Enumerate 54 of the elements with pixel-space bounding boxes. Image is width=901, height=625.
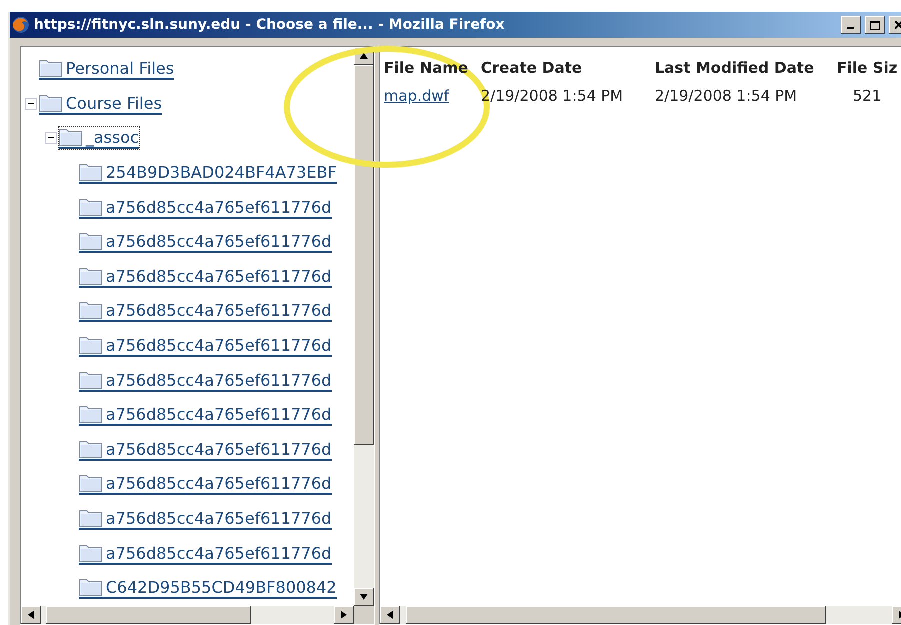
folder-link[interactable]: a756d85cc4a765ef611776d (79, 196, 332, 219)
horizontal-scrollbar[interactable] (380, 606, 901, 624)
window-title: https://fitnyc.sln.suny.edu - Choose a file... - Mozilla Firefox (34, 17, 506, 33)
folder-icon (79, 196, 103, 217)
folder-icon (79, 542, 103, 563)
folder-icon (79, 300, 103, 320)
folder-link[interactable]: a756d85cc4a765ef611776d (79, 438, 332, 461)
vertical-scrollbar[interactable] (354, 47, 374, 606)
folder-link[interactable]: C642D95B55CD49BF800842 (79, 577, 337, 600)
folder-link[interactable]: Course Files (39, 92, 162, 115)
folder-link[interactable]: Personal Files (39, 58, 174, 80)
folder-link[interactable]: a756d85cc4a765ef611776d (79, 335, 332, 358)
column-header: Last Modified Date (655, 59, 816, 77)
horizontal-scrollbar[interactable] (21, 606, 374, 624)
folder-link[interactable]: 254B9D3BAD024BF4A73EBF (79, 162, 337, 184)
column-header: Create Date (481, 59, 584, 77)
table-cell-text: 521 (852, 87, 883, 105)
close-icon (895, 21, 901, 29)
folder-link[interactable]: a756d85cc4a765ef611776d (79, 508, 332, 530)
right-arrow-icon (339, 610, 349, 620)
folder-link[interactable]: _assoc (59, 127, 140, 150)
folder-icon (59, 127, 83, 148)
folder-icon (79, 266, 103, 286)
folder-icon (79, 231, 103, 252)
down-arrow-icon (359, 592, 369, 602)
folder-icon (79, 577, 103, 598)
collapse-toggle[interactable] (25, 98, 37, 110)
maximize-button[interactable] (865, 16, 885, 34)
folder-icon (39, 92, 63, 113)
folder-icon (79, 370, 103, 390)
folder-icon (79, 438, 103, 459)
folder-link[interactable]: a756d85cc4a765ef611776d (79, 404, 332, 426)
up-arrow-icon (359, 51, 369, 61)
minimize-button[interactable] (841, 16, 861, 34)
folder-link[interactable]: a756d85cc4a765ef611776d (79, 266, 332, 288)
folder-link[interactable]: a756d85cc4a765ef611776d (79, 370, 332, 392)
file-link[interactable]: map.dwf (384, 87, 450, 105)
folder-icon (79, 404, 103, 424)
table-cell-text: 2/19/2008 1:54 PM (655, 87, 798, 105)
folder-link[interactable]: a756d85cc4a765ef611776d (79, 300, 332, 322)
column-header: File Siz (837, 59, 899, 77)
folder-icon (79, 473, 103, 494)
folder-link[interactable]: a756d85cc4a765ef611776d (79, 542, 332, 565)
folder-icon (79, 335, 103, 356)
maximize-icon (870, 20, 880, 30)
left-arrow-icon (26, 610, 36, 620)
folder-icon (39, 58, 63, 78)
folder-icon (79, 162, 103, 182)
folder-link[interactable]: a756d85cc4a765ef611776d (79, 231, 332, 254)
folder-icon (79, 508, 103, 528)
collapse-toggle[interactable] (45, 132, 57, 144)
folder-link[interactable]: a756d85cc4a765ef611776d (79, 473, 332, 496)
browser-logo-icon (12, 16, 30, 34)
left-arrow-icon (385, 610, 395, 620)
